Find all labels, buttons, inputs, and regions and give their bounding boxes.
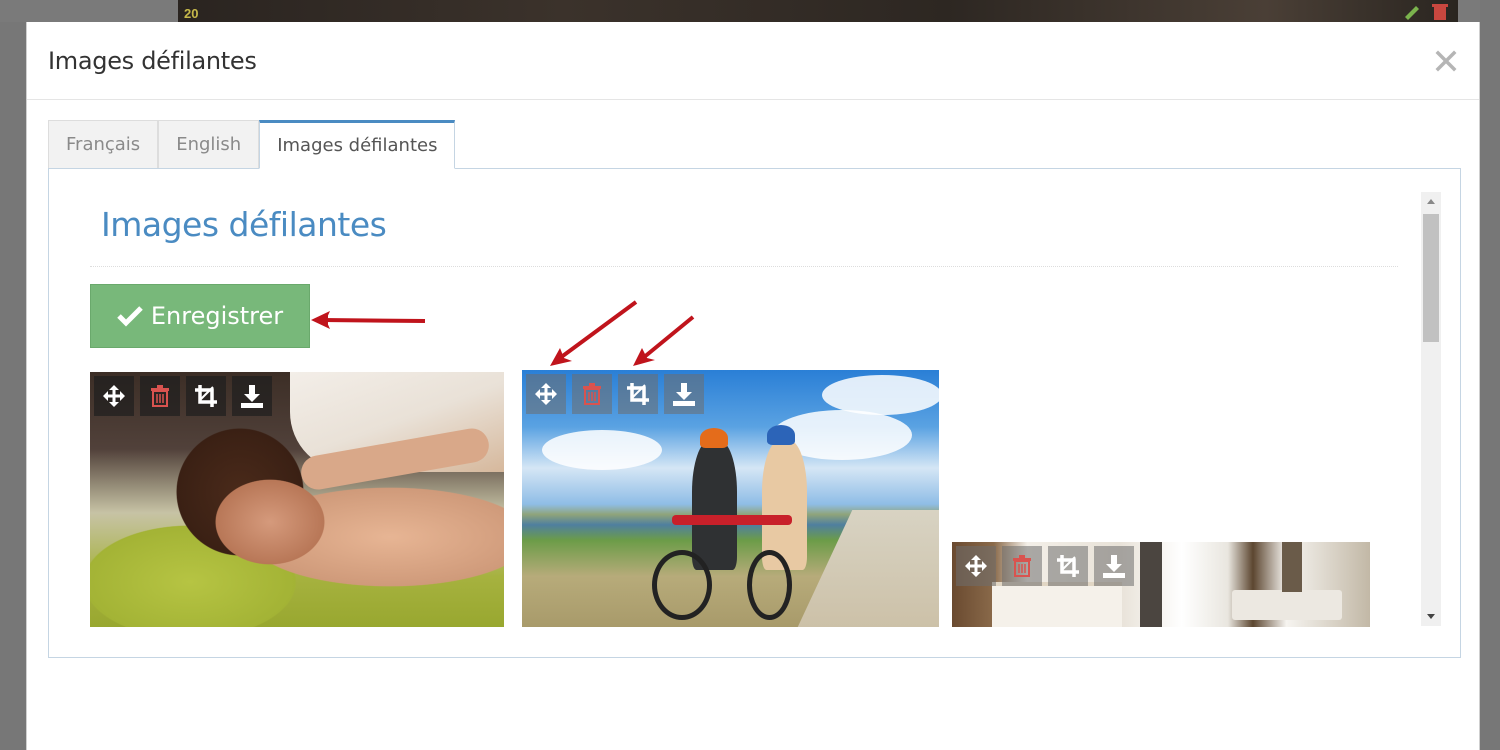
move-button[interactable] — [94, 376, 134, 416]
image-detail — [822, 375, 939, 415]
slider-image-massage — [90, 372, 504, 627]
image-detail — [652, 550, 712, 620]
crop-button[interactable] — [1048, 546, 1088, 586]
backdrop-left — [0, 0, 26, 750]
delete-button[interactable] — [140, 376, 180, 416]
image-detail — [747, 550, 792, 620]
image-detail — [767, 425, 795, 445]
image-detail — [700, 428, 728, 448]
download-icon — [673, 383, 695, 406]
tab-bar: Français English Images défilantes — [48, 120, 456, 169]
check-icon — [117, 306, 143, 327]
modal-title: Images défilantes — [48, 47, 257, 75]
scroll-content: Images défilantes Enregistrer — [49, 169, 1421, 627]
delete-button[interactable] — [572, 374, 612, 414]
background-row-number: 20 — [184, 6, 199, 21]
section-title: Images défilantes — [101, 205, 387, 244]
pencil-icon — [1405, 6, 1419, 20]
save-button-label: Enregistrer — [150, 302, 284, 330]
crop-button[interactable] — [186, 376, 226, 416]
crop-icon — [195, 385, 217, 407]
move-button[interactable] — [526, 374, 566, 414]
save-button[interactable]: Enregistrer — [90, 284, 310, 348]
delete-button[interactable] — [1002, 546, 1042, 586]
background-image-strip — [178, 0, 1458, 22]
image-toolbar — [94, 376, 272, 416]
image-detail — [672, 515, 792, 525]
image-toolbar — [526, 374, 704, 414]
vertical-scrollbar[interactable] — [1421, 192, 1441, 626]
slider-image-cyclists — [522, 370, 939, 627]
image-detail — [542, 430, 662, 470]
modal-dialog: Images défilantes Français English Image… — [26, 22, 1480, 750]
download-button[interactable] — [1094, 546, 1134, 586]
scroll-down-icon[interactable] — [1421, 606, 1441, 626]
image-detail — [1232, 590, 1342, 620]
download-icon — [241, 385, 263, 408]
backdrop-right — [1480, 0, 1500, 750]
tab-images-defilantes[interactable]: Images défilantes — [259, 120, 456, 169]
image-detail — [692, 440, 737, 570]
download-button[interactable] — [664, 374, 704, 414]
tab-francais[interactable]: Français — [48, 120, 159, 168]
crop-button[interactable] — [618, 374, 658, 414]
scroll-up-icon[interactable] — [1421, 192, 1441, 212]
close-icon[interactable] — [1433, 48, 1459, 74]
crop-icon — [627, 383, 649, 405]
image-detail — [1282, 542, 1302, 592]
image-toolbar — [956, 546, 1134, 586]
trash-icon — [583, 383, 601, 405]
crop-icon — [1057, 555, 1079, 577]
move-icon — [103, 385, 125, 407]
modal-header: Images défilantes — [27, 22, 1479, 100]
move-icon — [535, 383, 557, 405]
image-detail — [791, 510, 939, 627]
scrollbar-thumb[interactable] — [1423, 214, 1439, 342]
divider — [90, 266, 1398, 267]
image-detail — [992, 582, 1122, 627]
slider-image-hotel-room — [952, 542, 1370, 627]
tab-english[interactable]: English — [158, 120, 260, 168]
trash-icon — [151, 385, 169, 407]
download-button[interactable] — [232, 376, 272, 416]
trash-icon — [1432, 4, 1448, 20]
move-icon — [965, 555, 987, 577]
trash-icon — [1013, 555, 1031, 577]
move-button[interactable] — [956, 546, 996, 586]
download-icon — [1103, 555, 1125, 578]
tab-pane-images: Images défilantes Enregistrer — [48, 168, 1461, 658]
image-detail — [1140, 542, 1162, 627]
